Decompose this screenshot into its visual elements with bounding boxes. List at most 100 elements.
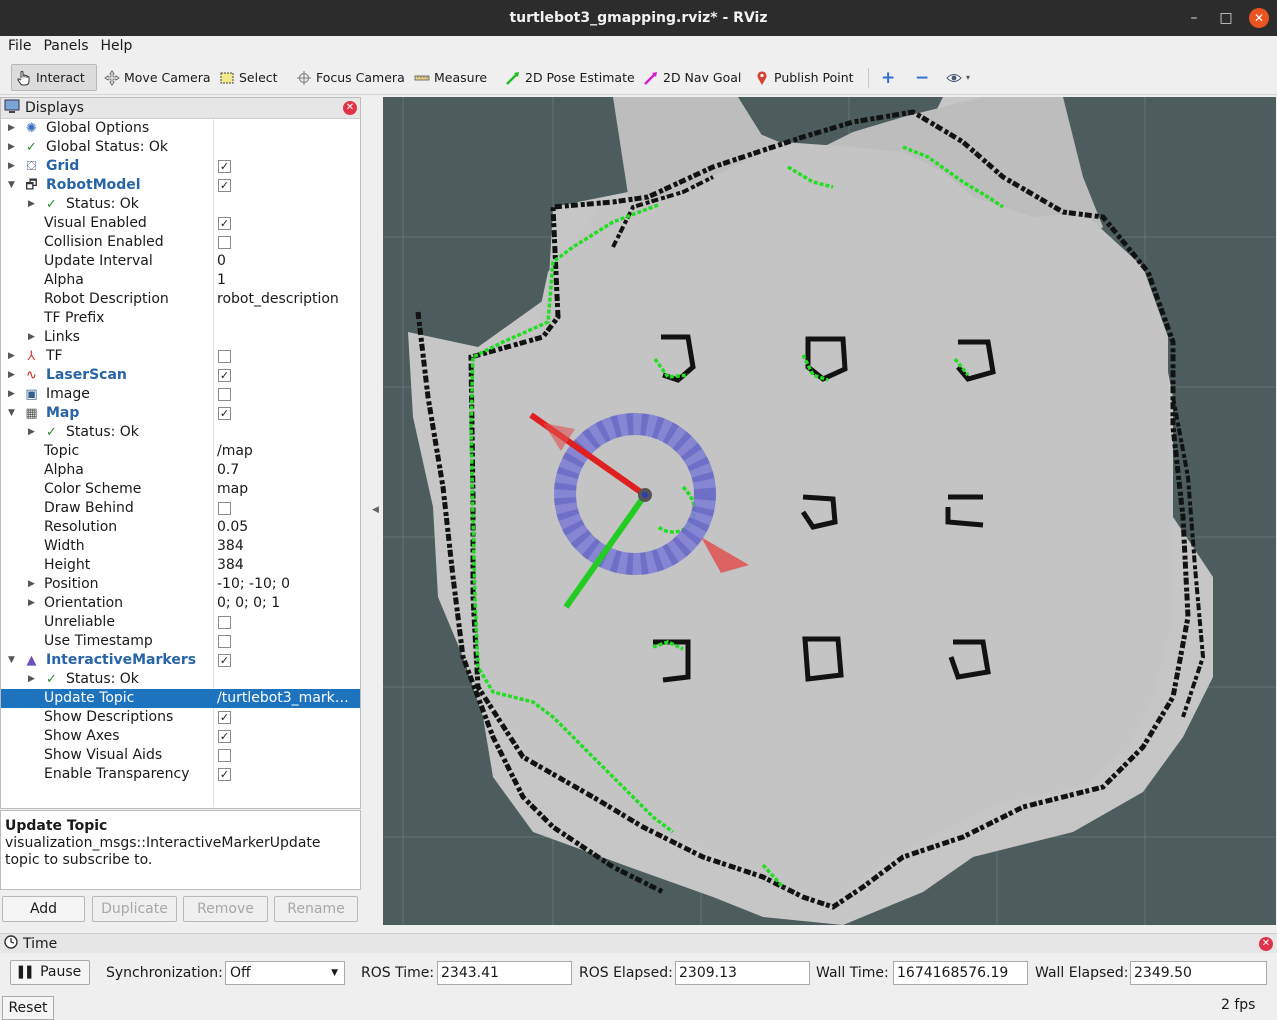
enable-checkbox[interactable] <box>218 350 231 363</box>
display-row-value[interactable]: robot_description <box>217 290 357 309</box>
menu-panels[interactable]: Panels <box>35 36 92 58</box>
display-row-image[interactable]: ▶ ▣ Image <box>1 385 360 404</box>
measure-tool-button[interactable]: Measure <box>410 64 491 91</box>
close-panel-icon[interactable]: ✕ <box>343 101 357 115</box>
display-row-unreliable[interactable]: Unreliable <box>1 613 360 632</box>
enable-checkbox[interactable]: ✓ <box>218 160 231 173</box>
display-row-visual-enabled[interactable]: Visual Enabled ✓ <box>1 214 360 233</box>
expanded-arrow-icon[interactable]: ▼ <box>8 176 18 195</box>
display-row-position[interactable]: ▶ Position -10; -10; 0 <box>1 575 360 594</box>
enable-checkbox[interactable]: ✓ <box>218 179 231 192</box>
display-row-update-topic[interactable]: Update Topic/turtlebot3_mark… <box>1 689 360 708</box>
sync-select[interactable]: Off ▼ <box>225 961 345 985</box>
display-row-show-axes[interactable]: Show Axes ✓ <box>1 727 360 746</box>
display-row-show-visual-aids[interactable]: Show Visual Aids <box>1 746 360 765</box>
display-row-alpha[interactable]: Alpha 0.7 <box>1 461 360 480</box>
display-row-global-options[interactable]: ▶ ✺ Global Options <box>1 119 360 138</box>
display-row-tf[interactable]: ▶ ⅄ TF <box>1 347 360 366</box>
display-row-value[interactable]: 0.7 <box>217 461 357 480</box>
expand-arrow-icon[interactable]: ▶ <box>8 347 18 366</box>
duplicate-display-button[interactable]: Duplicate <box>92 896 177 922</box>
enable-checkbox[interactable]: ✓ <box>218 768 231 781</box>
enable-checkbox[interactable] <box>218 502 231 515</box>
expand-arrow-icon[interactable]: ▶ <box>8 138 18 157</box>
display-row-robotmodel[interactable]: ▼ 🗗 RobotModel ✓ <box>1 176 360 195</box>
remove-display-button[interactable]: Remove <box>183 896 268 922</box>
display-row-alpha[interactable]: Alpha 1 <box>1 271 360 290</box>
display-row-status-ok[interactable]: ▶ ✓ Status: Ok <box>1 195 360 214</box>
enable-checkbox[interactable]: ✓ <box>218 407 231 420</box>
display-row-color-scheme[interactable]: Color Scheme map <box>1 480 360 499</box>
expand-arrow-icon[interactable]: ▶ <box>8 385 18 404</box>
close-time-panel-icon[interactable]: ✕ <box>1259 937 1273 951</box>
display-row-global-status-ok[interactable]: ▶ ✓ Global Status: Ok <box>1 138 360 157</box>
expand-arrow-icon[interactable]: ▶ <box>28 670 38 689</box>
pose-estimate-tool-button[interactable]: 2D Pose Estimate <box>501 64 639 91</box>
enable-checkbox[interactable] <box>218 635 231 648</box>
display-row-value[interactable]: 384 <box>217 556 357 575</box>
display-row-update-interval[interactable]: Update Interval 0 <box>1 252 360 271</box>
expand-arrow-icon[interactable]: ▶ <box>8 157 18 176</box>
display-row-height[interactable]: Height 384 <box>1 556 360 575</box>
remove-tool-button[interactable]: − <box>911 64 933 91</box>
add-tool-button[interactable]: + <box>877 64 899 91</box>
enable-checkbox[interactable] <box>218 749 231 762</box>
expand-arrow-icon[interactable]: ▶ <box>8 119 18 138</box>
display-row-value[interactable]: map <box>217 480 357 499</box>
display-row-value[interactable]: 384 <box>217 537 357 556</box>
focus-camera-tool-button[interactable]: Focus Camera <box>292 64 409 91</box>
select-tool-button[interactable]: Select <box>215 64 282 91</box>
menu-help[interactable]: Help <box>93 36 137 58</box>
display-row-value[interactable]: /map <box>217 442 357 461</box>
enable-checkbox[interactable]: ✓ <box>218 369 231 382</box>
display-row-value[interactable]: 0 <box>217 252 357 271</box>
display-row-robot-description[interactable]: Robot Description robot_description <box>1 290 360 309</box>
expand-arrow-icon[interactable]: ▶ <box>28 195 38 214</box>
expand-arrow-icon[interactable]: ▶ <box>8 366 18 385</box>
ros-elapsed-field[interactable]: 2309.13 <box>675 961 810 985</box>
publish-point-tool-button[interactable]: Publish Point <box>750 64 858 91</box>
interact-tool-button[interactable]: Interact <box>11 64 97 91</box>
display-row-interactivemarkers[interactable]: ▼ ▲ InteractiveMarkers ✓ <box>1 651 360 670</box>
display-row-show-descriptions[interactable]: Show Descriptions ✓ <box>1 708 360 727</box>
display-row-draw-behind[interactable]: Draw Behind <box>1 499 360 518</box>
expanded-arrow-icon[interactable]: ▼ <box>8 404 18 423</box>
display-row-value[interactable]: -10; -10; 0 <box>217 575 357 594</box>
enable-checkbox[interactable] <box>218 388 231 401</box>
expand-arrow-icon[interactable]: ▶ <box>28 594 38 613</box>
expand-arrow-icon[interactable]: ▶ <box>28 423 38 442</box>
enable-checkbox[interactable]: ✓ <box>218 730 231 743</box>
display-row-topic[interactable]: Topic/map <box>1 442 360 461</box>
ros-time-field[interactable]: 2343.41 <box>437 961 572 985</box>
display-row-links[interactable]: ▶ Links <box>1 328 360 347</box>
pause-button[interactable]: ▌▌ Pause <box>10 960 90 985</box>
display-row-value[interactable]: 0.05 <box>217 518 357 537</box>
reset-button[interactable]: Reset <box>2 996 54 1020</box>
collapse-left-arrow-icon[interactable]: ◀ <box>372 505 379 515</box>
enable-checkbox[interactable]: ✓ <box>218 217 231 230</box>
display-row-tf-prefix[interactable]: TF Prefix <box>1 309 360 328</box>
expanded-arrow-icon[interactable]: ▼ <box>8 651 18 670</box>
display-row-value[interactable]: 1 <box>217 271 357 290</box>
enable-checkbox[interactable] <box>218 236 231 249</box>
nav-goal-tool-button[interactable]: 2D Nav Goal <box>639 64 745 91</box>
menu-file[interactable]: File <box>0 36 35 58</box>
minimize-button[interactable]: – <box>1184 8 1204 28</box>
display-row-width[interactable]: Width 384 <box>1 537 360 556</box>
add-display-button[interactable]: Add <box>2 896 85 922</box>
enable-checkbox[interactable]: ✓ <box>218 654 231 667</box>
enable-checkbox[interactable] <box>218 616 231 629</box>
display-row-use-timestamp[interactable]: Use Timestamp <box>1 632 360 651</box>
view-tool-button[interactable]: ▾ <box>942 64 974 91</box>
display-row-laserscan[interactable]: ▶ ∿ LaserScan ✓ <box>1 366 360 385</box>
enable-checkbox[interactable]: ✓ <box>218 711 231 724</box>
display-row-grid[interactable]: ▶ ⛋ Grid ✓ <box>1 157 360 176</box>
wall-elapsed-field[interactable]: 2349.50 <box>1130 961 1267 985</box>
display-row-status-ok[interactable]: ▶ ✓ Status: Ok <box>1 670 360 689</box>
display-row-enable-transparency[interactable]: Enable Transparency ✓ <box>1 765 360 784</box>
display-row-value[interactable]: 0; 0; 0; 1 <box>217 594 357 613</box>
wall-time-field[interactable]: 1674168576.19 <box>893 961 1028 985</box>
display-row-map[interactable]: ▼ ▦ Map ✓ <box>1 404 360 423</box>
display-row-status-ok[interactable]: ▶ ✓ Status: Ok <box>1 423 360 442</box>
rename-display-button[interactable]: Rename <box>274 896 358 922</box>
